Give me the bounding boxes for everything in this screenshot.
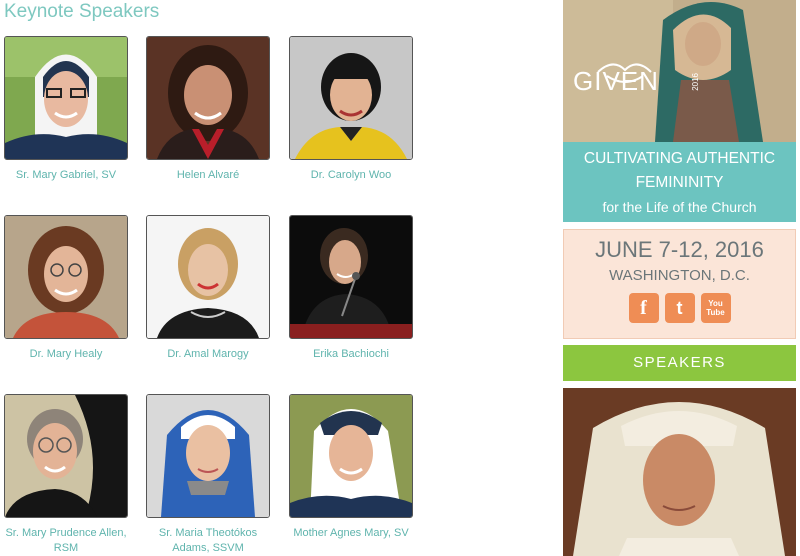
main-content: Keynote Speakers Sr. Mary Gabriel, SV He… [0,0,560,556]
page-title: Keynote Speakers [4,1,160,22]
tagline-line3: for the Life of the Church [602,199,757,215]
speaker-photo[interactable] [146,215,270,339]
speaker-photo[interactable] [146,36,270,160]
speaker-name[interactable]: Sr. Mary Prudence Allen, RSM [3,526,129,556]
youtube-icon[interactable]: You Tube [700,293,731,323]
speaker-photo[interactable] [289,36,413,160]
facebook-icon[interactable]: f [628,293,659,323]
event-tagline: CULTIVATING AUTHENTIC FEMININITY for the… [563,142,796,222]
speaker-name[interactable]: Sr. Maria Theotókos Adams, SSVM [145,526,271,556]
speaker-card[interactable]: Sr. Mary Gabriel, SV [3,36,129,183]
speaker-name[interactable]: Mother Agnes Mary, SV [288,526,414,541]
speaker-name[interactable]: Dr. Amal Marogy [145,347,271,362]
speaker-card[interactable]: Sr. Maria Theotókos Adams, SSVM [145,394,271,556]
speaker-card[interactable]: Erika Bachiochi [288,215,414,362]
social-links: f t You Tube [564,293,795,323]
speaker-photo[interactable] [4,394,128,518]
speaker-card[interactable]: Mother Agnes Mary, SV [288,394,414,541]
event-date: JUNE 7-12, 2016 [595,237,764,262]
speaker-card[interactable]: Dr. Carolyn Woo [288,36,414,183]
speaker-name[interactable]: Dr. Mary Healy [3,347,129,362]
event-location: WASHINGTON, D.C. [609,267,750,284]
speaker-card[interactable]: Helen Alvaré [145,36,271,183]
speaker-card[interactable]: Dr. Amal Marogy [145,215,271,362]
speaker-card[interactable]: Sr. Mary Prudence Allen, RSM [3,394,129,556]
speaker-photo[interactable] [4,36,128,160]
twitter-icon[interactable]: t [664,293,695,323]
speaker-name[interactable]: Helen Alvaré [145,168,271,183]
speaker-photo[interactable] [289,215,413,339]
featured-portrait[interactable] [563,388,796,556]
tagline-line2: FEMININITY [635,174,724,191]
given-logo: GIVEN [573,66,659,96]
speakers-button[interactable]: SPEAKERS [563,345,796,381]
event-banner[interactable]: GIVEN 2016 [563,0,796,142]
speaker-name[interactable]: Erika Bachiochi [288,347,414,362]
speaker-card[interactable]: Dr. Mary Healy [3,215,129,362]
speaker-name[interactable]: Dr. Carolyn Woo [288,168,414,183]
event-info-box: JUNE 7-12, 2016 WASHINGTON, D.C. f t You… [563,229,796,339]
speaker-name[interactable]: Sr. Mary Gabriel, SV [3,168,129,183]
speaker-photo[interactable] [146,394,270,518]
speaker-photo[interactable] [4,215,128,339]
given-logo-year: 2016 [691,73,700,91]
speaker-photo[interactable] [289,394,413,518]
tagline-line1: CULTIVATING AUTHENTIC [583,150,776,167]
